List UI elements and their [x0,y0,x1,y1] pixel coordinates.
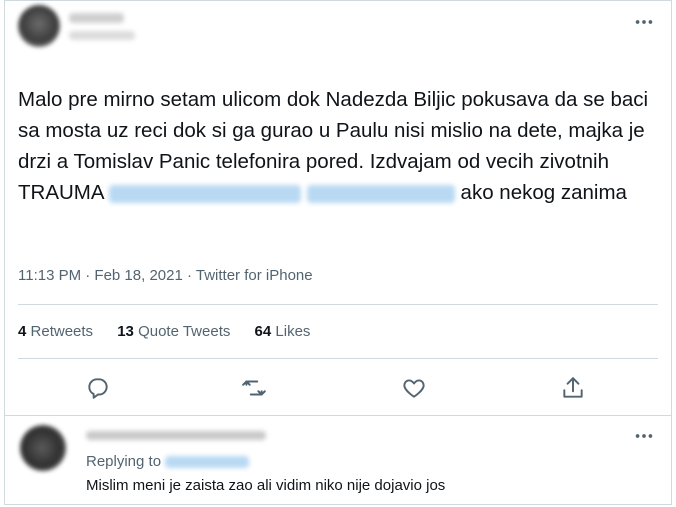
retweets-label: Retweets [30,323,94,340]
retweet-icon[interactable] [241,375,267,401]
likes-count: 64 [254,323,272,340]
author-avatar[interactable] [18,5,60,47]
tweet-detail-panel: Malo pre mirno setam ulicom dok Nadezda … [4,0,672,505]
replying-to: Replying to [86,453,250,470]
share-icon[interactable] [560,375,586,401]
reply-author-redacted [86,431,266,440]
reply-author-avatar[interactable] [20,425,66,471]
like-icon[interactable] [401,375,427,401]
replying-to-label: Replying to [86,453,162,470]
quotes-label: Quote Tweets [138,323,231,340]
tweet-text: Malo pre mirno setam ulicom dok Nadezda … [18,84,658,208]
likes-label: Likes [275,323,311,340]
tweet-stats: 4 Retweets 13 Quote Tweets 64 Likes [18,323,330,340]
tweet-timestamp[interactable]: 11:13 PM · Feb 18, 2021 · Twitter for iP… [18,267,313,284]
mention-redacted-2[interactable] [306,184,455,203]
more-dots-icon[interactable] [633,11,655,33]
divider [18,358,658,359]
tweet-text-end: ako nekog zanima [454,181,627,204]
reply-text: Mislim meni je zaista zao ali vidim niko… [86,477,446,494]
divider [5,415,671,416]
quote-tweets-stat[interactable]: 13 Quote Tweets [117,323,230,340]
quotes-count: 13 [117,323,134,340]
more-dots-icon[interactable] [633,425,655,445]
retweets-stat[interactable]: 4 Retweets [18,323,93,340]
reply-icon[interactable] [85,375,111,401]
replying-mention-redacted[interactable] [165,456,250,469]
retweets-count: 4 [18,323,27,340]
mention-redacted-1[interactable] [109,184,302,203]
author-name-redacted [69,13,124,23]
author-handle-redacted [69,31,135,40]
likes-stat[interactable]: 64 Likes [255,323,311,340]
divider [18,304,658,305]
